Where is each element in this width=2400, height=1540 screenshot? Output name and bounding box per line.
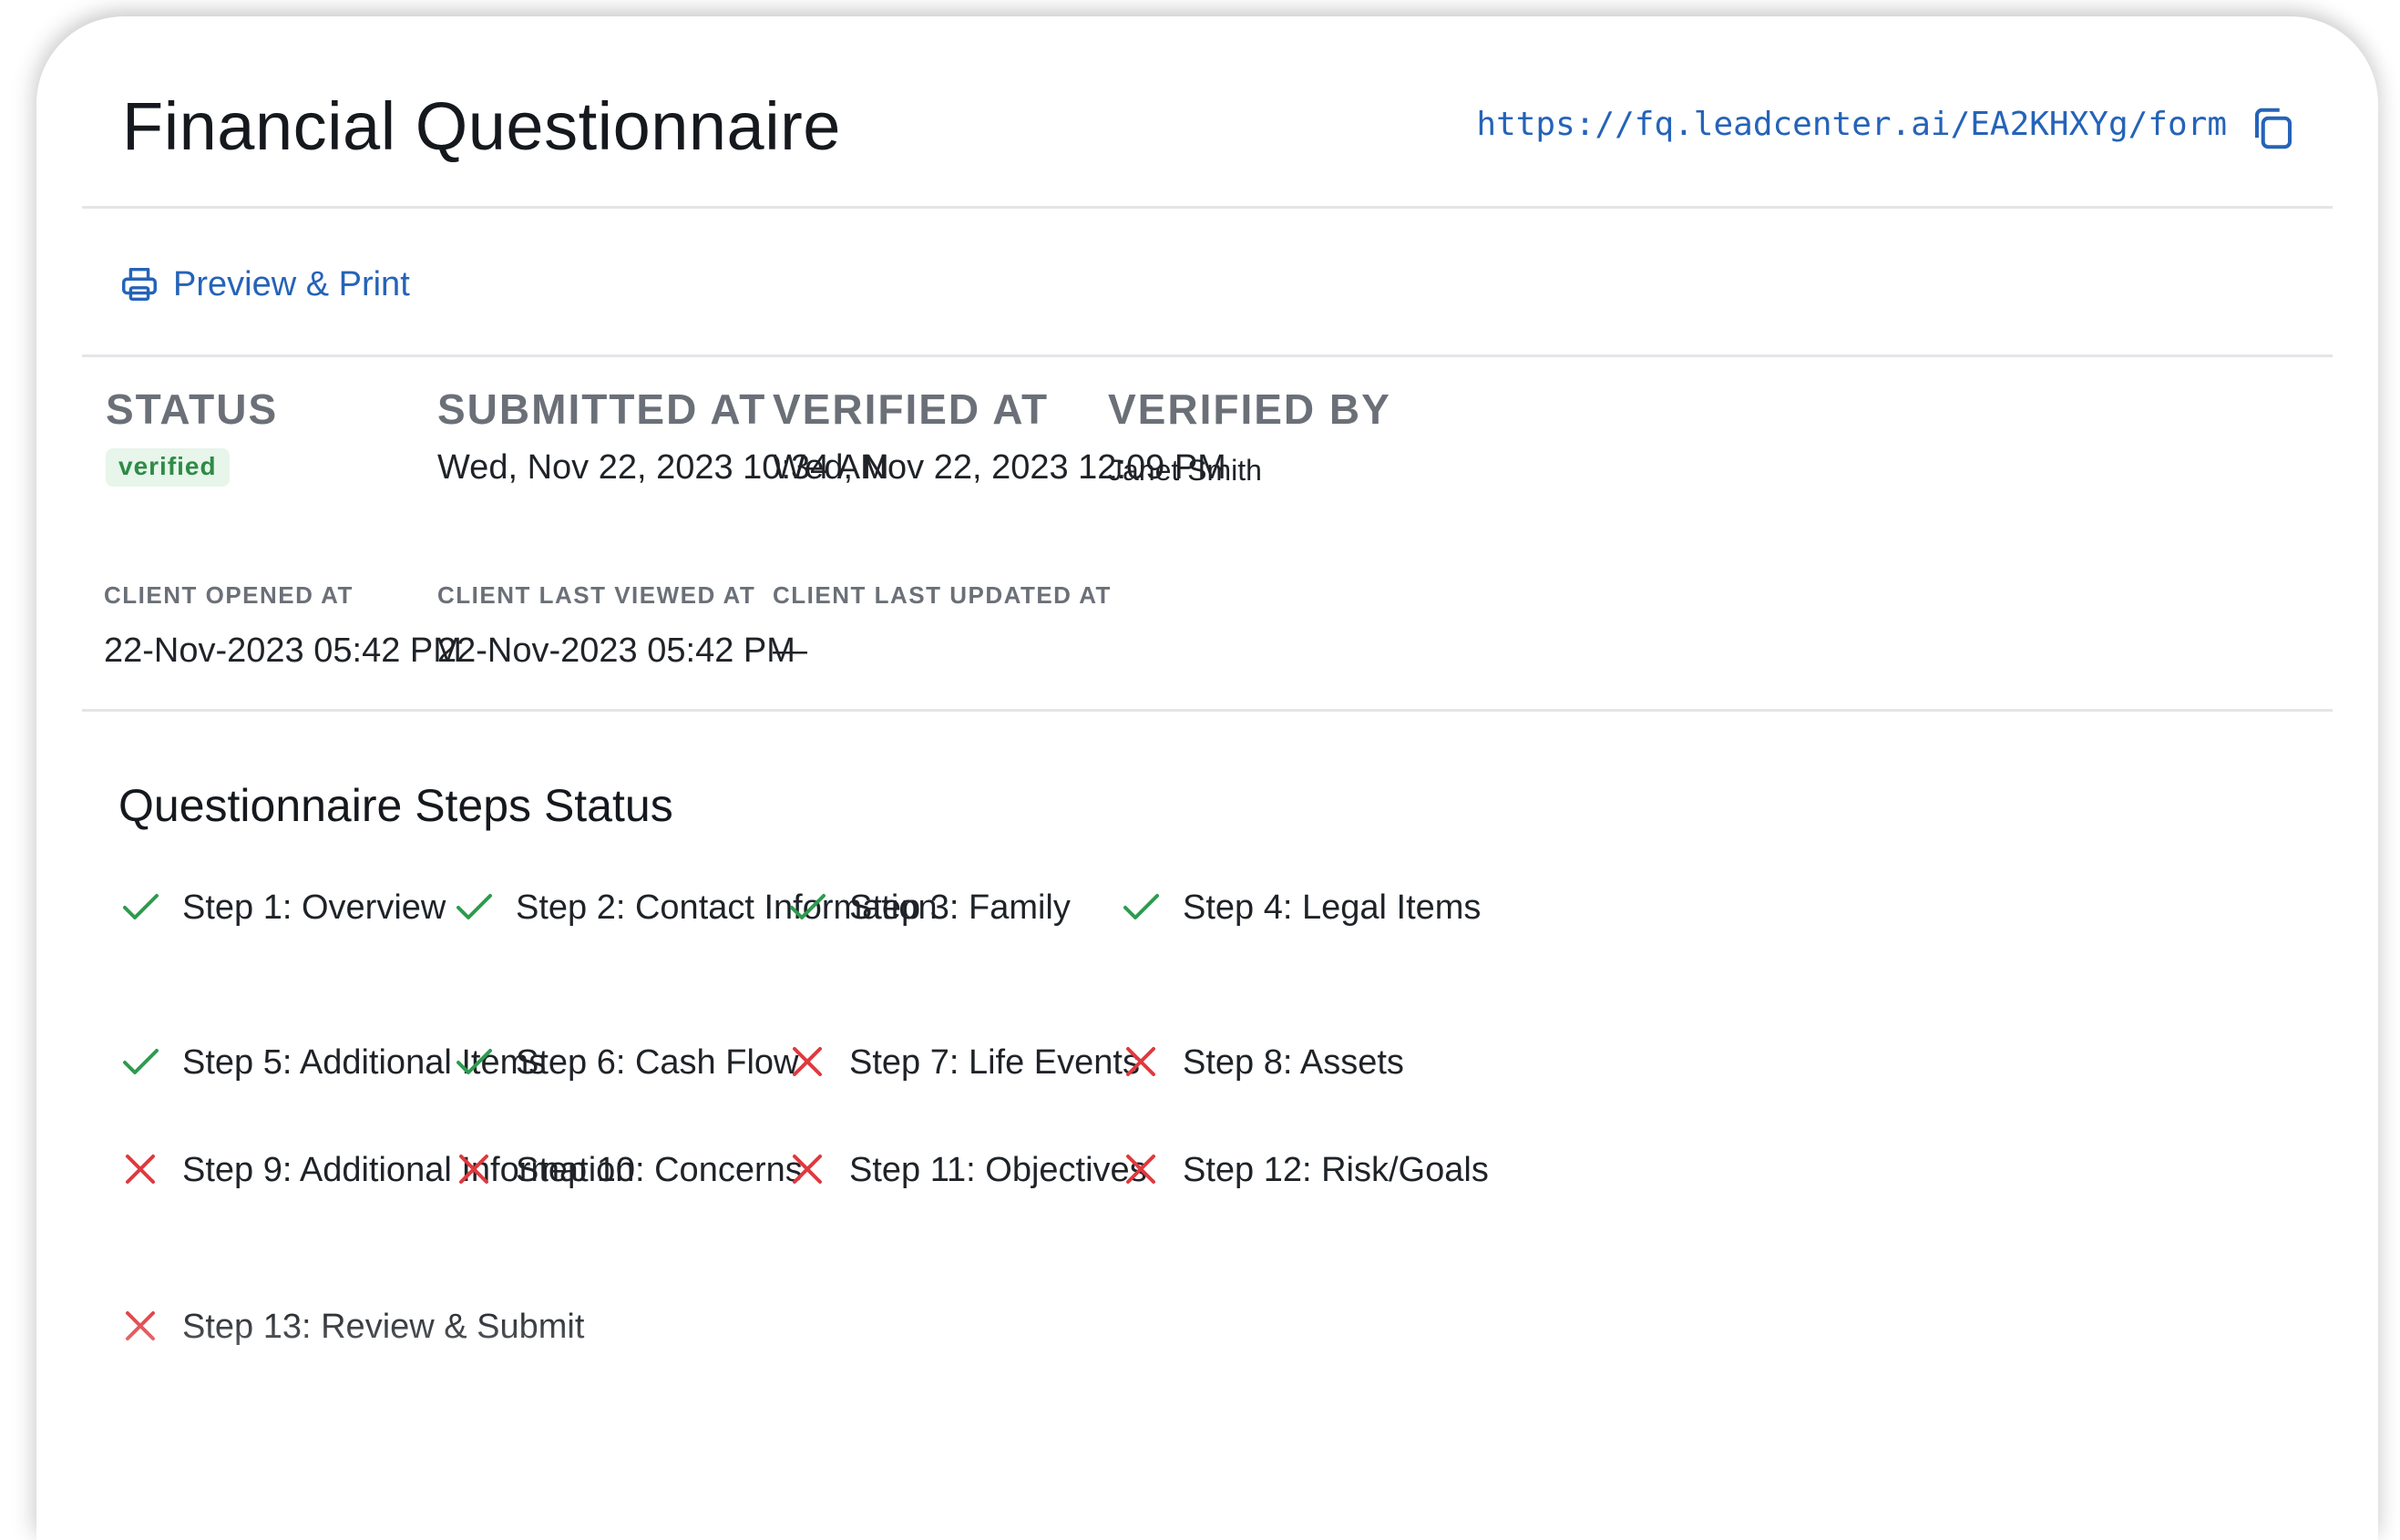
- status-badge: verified: [106, 448, 230, 487]
- check-icon: [1123, 894, 1159, 919]
- client-opened-at-label: CLIENT OPENED AT: [104, 581, 354, 609]
- questionnaire-card: Financial Questionnaire https://fq.leadc…: [36, 16, 2378, 1540]
- cross-icon: [1126, 1047, 1155, 1076]
- check-icon: [123, 894, 159, 919]
- client-last-viewed-at-field: CLIENT LAST VIEWED AT 22-Nov-2023 05:42 …: [437, 581, 795, 671]
- cross-icon: [1126, 1155, 1155, 1184]
- client-last-viewed-at-label: CLIENT LAST VIEWED AT: [437, 581, 756, 609]
- toolbar: Preview & Print: [82, 209, 2333, 357]
- step-item: Step 8: Assets: [1119, 1038, 1656, 1087]
- cross-icon: [793, 1047, 822, 1076]
- check-icon: [456, 1049, 492, 1074]
- cross-icon: [459, 1155, 488, 1184]
- step-item: Step 4: Legal Items: [1119, 883, 1656, 932]
- steps-section: Questionnaire Steps Status Step 1: Overv…: [82, 712, 2333, 1404]
- page-title: Financial Questionnaire: [122, 88, 841, 164]
- step-item: Step 12: Risk/Goals: [1119, 1145, 1656, 1195]
- client-last-updated-at-label: CLIENT LAST UPDATED AT: [773, 581, 1112, 609]
- preview-print-label: Preview & Print: [173, 264, 410, 303]
- cross-icon: [793, 1155, 822, 1184]
- check-icon: [790, 894, 826, 919]
- step-label: Step 4: Legal Items: [1183, 888, 1482, 927]
- step-item: Step 13: Review & Submit: [118, 1302, 656, 1351]
- step-label: Step 13: Review & Submit: [182, 1308, 585, 1346]
- steps-section-title: Questionnaire Steps Status: [118, 780, 673, 831]
- client-last-updated-at-field: CLIENT LAST UPDATED AT —: [773, 581, 1112, 671]
- copy-icon[interactable]: [2249, 104, 2298, 153]
- submission-meta: STATUS verified SUBMITTED AT Wed, Nov 22…: [82, 357, 2333, 712]
- cross-icon: [126, 1311, 155, 1340]
- check-icon: [456, 894, 492, 919]
- client-last-viewed-at-value: 22-Nov-2023 05:42 PM: [437, 631, 795, 670]
- verified-by-value: Janet Smith: [1108, 454, 1262, 487]
- printer-icon: [122, 267, 157, 302]
- status-label: STATUS: [106, 385, 279, 433]
- client-opened-at-value: 22-Nov-2023 05:42 PM: [104, 631, 462, 670]
- client-last-updated-at-value: —: [773, 631, 807, 670]
- preview-print-button[interactable]: Preview & Print: [118, 263, 410, 305]
- verified-by-label: VERIFIED BY: [1108, 385, 1391, 433]
- cross-icon: [126, 1155, 155, 1184]
- check-icon: [123, 1049, 159, 1074]
- verified-by-field: VERIFIED BY Janet Smith: [1108, 385, 1391, 488]
- form-url-link[interactable]: https://fq.leadcenter.ai/EA2KHXYg/form: [1476, 106, 2227, 143]
- card-header: Financial Questionnaire https://fq.leadc…: [82, 16, 2333, 209]
- client-opened-at-field: CLIENT OPENED AT 22-Nov-2023 05:42 PM: [104, 581, 462, 671]
- status-field: STATUS verified: [106, 385, 278, 487]
- step-label: Step 8: Assets: [1183, 1043, 1404, 1082]
- step-label: Step 12: Risk/Goals: [1183, 1151, 1489, 1189]
